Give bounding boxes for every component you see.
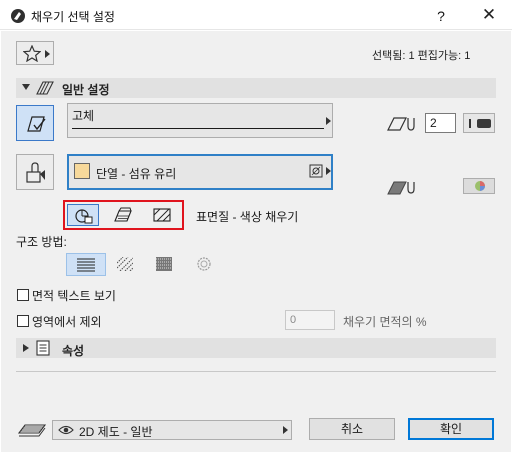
background-pen-icon	[387, 181, 415, 195]
chevron-right-icon	[326, 117, 331, 125]
properties-icon	[36, 340, 50, 356]
app-logo-icon	[11, 9, 25, 23]
fill-area-percent-label: 채우기 면적의 %	[343, 315, 427, 329]
properties-label: 속성	[62, 344, 85, 358]
material-color-swatch	[74, 163, 90, 179]
pen-number-input[interactable]: 2	[425, 113, 456, 133]
exclude-from-zone-checkbox[interactable]	[17, 315, 29, 327]
ok-button[interactable]: 확인	[408, 418, 494, 440]
chevron-right-icon	[283, 426, 288, 434]
fill-area-percent-input[interactable]: 0	[285, 310, 335, 330]
structure-lines-button[interactable]	[66, 253, 106, 276]
cancel-button[interactable]: 취소	[309, 418, 395, 440]
exclude-from-zone-label: 영역에서 제외	[32, 315, 102, 329]
cut-fill-icon	[114, 207, 132, 222]
star-icon	[23, 45, 41, 62]
collapse-triangle-icon	[22, 84, 30, 90]
window-title: 채우기 선택 설정	[31, 10, 115, 24]
fill-type-dropdown[interactable]	[67, 103, 333, 138]
close-button[interactable]: ✕	[476, 4, 502, 26]
fill-mode-cut-button[interactable]	[107, 204, 139, 226]
lines-pattern-icon	[77, 258, 95, 272]
layer-icon	[17, 424, 47, 437]
structure-dots-button[interactable]	[145, 253, 185, 276]
drafting-fill-icon	[153, 208, 171, 222]
surface-fill-icon	[75, 209, 93, 224]
color-wheel-icon	[475, 181, 485, 191]
pen-color-button[interactable]	[463, 113, 495, 133]
pen-weight-bar	[469, 119, 471, 128]
show-area-text-checkbox[interactable]	[17, 289, 29, 301]
fill-type-button[interactable]	[16, 105, 54, 141]
pen-color-swatch	[477, 119, 491, 128]
fill-mode-surface-button[interactable]	[67, 204, 99, 226]
fill-pen-icon	[387, 117, 415, 131]
circle-pattern-icon	[197, 257, 211, 271]
structure-hatch-button[interactable]	[106, 253, 146, 276]
fill-mode-label: 표면질 - 색상 채우기	[196, 210, 299, 224]
structure-fill-button[interactable]	[185, 253, 225, 276]
dots-pattern-icon	[156, 257, 172, 271]
show-area-text-label: 면적 텍스트 보기	[32, 289, 116, 303]
help-button[interactable]: ?	[430, 6, 452, 26]
hatch-pattern-icon	[117, 257, 133, 271]
general-settings-label: 일반 설정	[62, 83, 110, 97]
fill-type-value: 고체	[72, 109, 95, 123]
expand-triangle-icon	[23, 344, 29, 352]
brush-icon	[26, 162, 45, 183]
layer-value: 2D 제도 - 일반	[79, 425, 153, 439]
favorites-button[interactable]	[16, 41, 54, 65]
structure-label: 구조 방법:	[16, 235, 67, 249]
background-color-button[interactable]	[463, 178, 495, 194]
divider	[16, 371, 496, 372]
eye-icon	[58, 425, 74, 435]
fill-check-icon	[27, 116, 46, 132]
fill-mode-drafting-button[interactable]	[146, 204, 178, 226]
material-preview-icon	[309, 164, 323, 178]
properties-header[interactable]	[16, 338, 496, 358]
background-pen-button[interactable]	[16, 154, 54, 190]
selection-info: 선택됨: 1 편집가능: 1	[372, 50, 471, 62]
chevron-right-icon	[326, 167, 331, 175]
chevron-right-icon	[45, 50, 50, 58]
fill-preview-line	[72, 128, 324, 129]
fill-settings-icon	[36, 81, 54, 95]
material-value: 단열 - 섬유 유리	[96, 167, 177, 181]
